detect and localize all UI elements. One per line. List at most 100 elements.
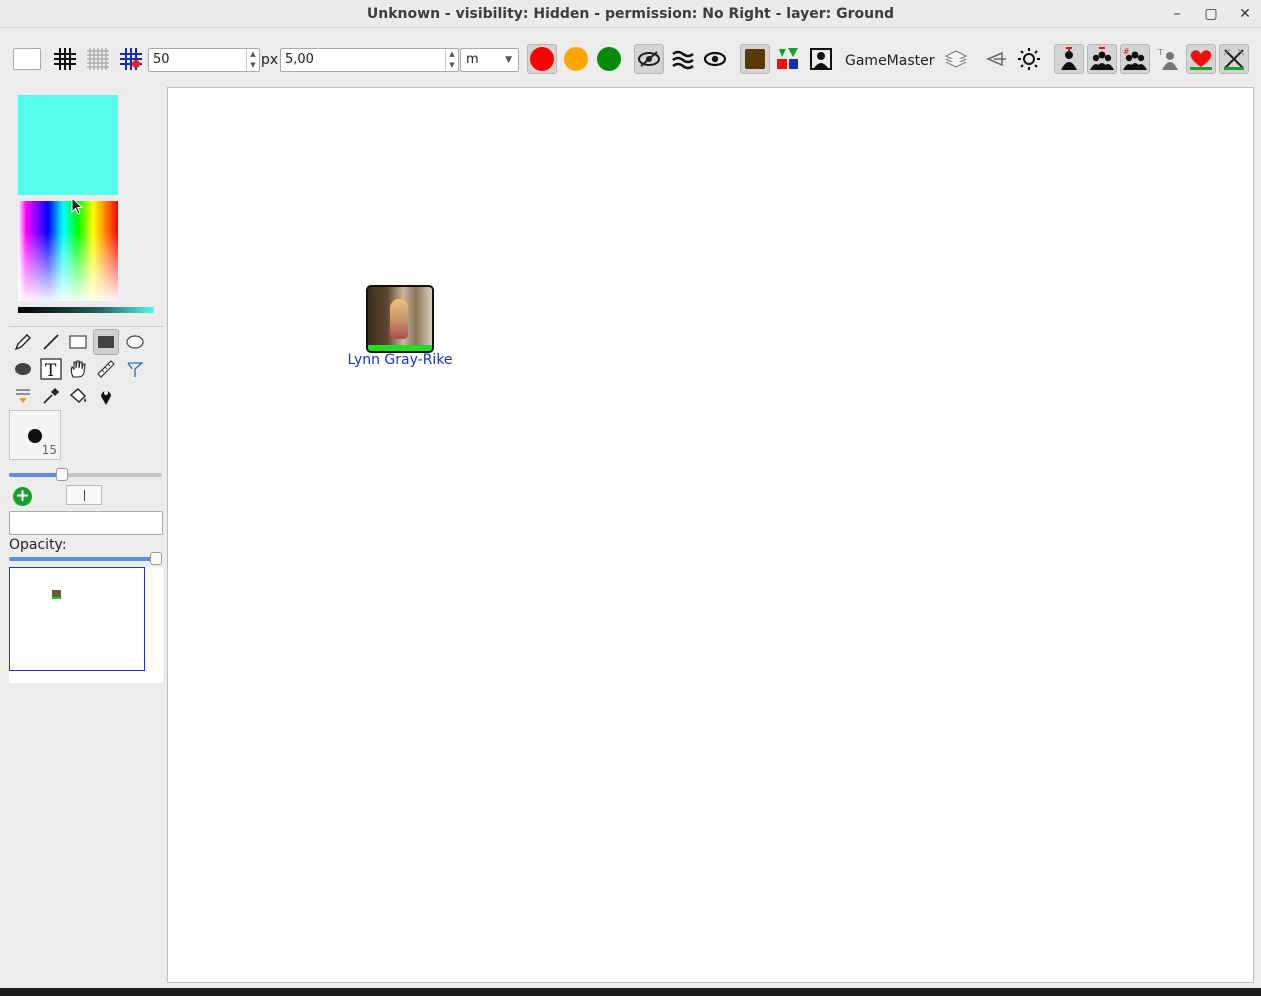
- text-input[interactable]: [9, 511, 163, 535]
- color-picker-tool[interactable]: [38, 383, 64, 409]
- color-spectrum-picker[interactable]: [18, 201, 118, 301]
- filled-ellipse-tool[interactable]: [10, 356, 36, 382]
- rectangle-tool[interactable]: [65, 329, 91, 355]
- scale-arrows[interactable]: ▲ ▼: [445, 49, 458, 71]
- main-toolbar: 50 ▲ ▼ px 5,00 ▲ ▼ m ▼ GameMaster # T: [0, 40, 1261, 80]
- grid-size-arrows[interactable]: ▲ ▼: [246, 49, 259, 71]
- scale-spinner[interactable]: 5,00 ▲ ▼: [280, 48, 459, 72]
- minimap[interactable]: [9, 567, 145, 671]
- rectangle-outline-icon: [69, 335, 87, 349]
- opacity-label: Opacity:: [9, 537, 67, 553]
- heart-icon: [1190, 50, 1212, 70]
- fog-tool[interactable]: [10, 383, 36, 409]
- ellipse-outline-icon: [126, 335, 144, 349]
- single-character-button[interactable]: [1054, 44, 1084, 74]
- grid-unit-label: px: [261, 52, 279, 68]
- sound-button[interactable]: [981, 44, 1011, 74]
- orange-status-button[interactable]: [561, 44, 591, 74]
- opacity-slider-fill: [9, 557, 156, 561]
- add-button[interactable]: +: [13, 487, 32, 506]
- visible-button[interactable]: [700, 44, 730, 74]
- combat-button[interactable]: [1219, 44, 1249, 74]
- waves-icon: [672, 50, 694, 70]
- brown-square-icon: [745, 49, 765, 69]
- pencil-tool[interactable]: [10, 329, 36, 355]
- marker-tool[interactable]: [93, 383, 119, 409]
- current-color-swatch[interactable]: [18, 95, 118, 195]
- group-icon: [1090, 47, 1114, 70]
- mouse-pointer-icon: [71, 197, 83, 215]
- ruler-tool[interactable]: [93, 356, 119, 382]
- pen-width-indicator[interactable]: [66, 485, 102, 505]
- ground-layer-button[interactable]: [740, 44, 770, 74]
- grid-size-value: 50: [153, 52, 170, 67]
- red-status-button[interactable]: [527, 44, 557, 74]
- bucket-icon: [69, 388, 86, 403]
- layers-icon: [944, 50, 968, 68]
- path-tool[interactable]: [122, 356, 148, 382]
- chevron-down-icon: ▼: [505, 55, 512, 65]
- shapes-icon: [777, 48, 798, 69]
- spin-down-icon[interactable]: ▼: [446, 60, 458, 71]
- grid-color-button[interactable]: [116, 44, 146, 74]
- spin-up-icon[interactable]: ▲: [247, 49, 259, 60]
- gm-layer-button[interactable]: [941, 44, 971, 74]
- opacity-slider[interactable]: [9, 552, 162, 565]
- ellipse-filled-icon: [15, 363, 31, 375]
- health-button[interactable]: [1186, 44, 1216, 74]
- fill-tool[interactable]: [65, 383, 91, 409]
- light-button[interactable]: [1014, 44, 1044, 74]
- npc-button[interactable]: T: [1153, 44, 1183, 74]
- fog-visibility-button[interactable]: [668, 44, 698, 74]
- eye-slash-icon: [638, 51, 660, 67]
- hand-icon: [70, 360, 86, 378]
- grid-size-spinner[interactable]: 50 ▲ ▼: [148, 48, 260, 72]
- character-token[interactable]: [366, 285, 434, 353]
- brush-size-slider-handle[interactable]: [56, 468, 68, 481]
- green-status-button[interactable]: [594, 44, 624, 74]
- scale-unit-select[interactable]: m ▼: [460, 48, 519, 72]
- spin-up-icon[interactable]: ▲: [446, 49, 458, 60]
- speaker-icon: [986, 51, 1006, 67]
- eyedropper-icon: [43, 388, 59, 404]
- white-square-icon: [13, 48, 41, 70]
- minimize-button[interactable]: –: [1166, 4, 1188, 24]
- fine-grid-button[interactable]: [83, 44, 113, 74]
- map-pin-icon: [101, 391, 111, 405]
- group-hash-icon: #: [1123, 47, 1147, 70]
- person-gray-icon: T: [1157, 48, 1178, 70]
- line-icon: [43, 334, 59, 350]
- group-characters-button[interactable]: [1087, 44, 1117, 74]
- brightness-slider[interactable]: [18, 307, 154, 313]
- hidden-visibility-button[interactable]: [634, 44, 664, 74]
- close-button[interactable]: ✕: [1234, 4, 1256, 24]
- text-icon: T: [40, 358, 62, 380]
- red-dot-icon: [530, 47, 554, 71]
- grid-icon: [54, 48, 76, 70]
- filled-rectangle-tool[interactable]: [93, 329, 119, 355]
- all-characters-button[interactable]: #: [1120, 44, 1150, 74]
- spin-down-icon[interactable]: ▼: [247, 60, 259, 71]
- token-health-bar: [368, 345, 432, 351]
- maximize-button[interactable]: ▢: [1200, 4, 1222, 24]
- opacity-slider-handle[interactable]: [150, 552, 162, 565]
- grid-toggle-button[interactable]: [50, 44, 80, 74]
- svg-text:T: T: [1157, 48, 1163, 57]
- background-color-button[interactable]: [12, 44, 42, 74]
- fog-icon: [16, 389, 30, 403]
- object-layer-button[interactable]: [773, 44, 803, 74]
- ellipse-tool[interactable]: [122, 329, 148, 355]
- text-tool[interactable]: T: [38, 356, 64, 382]
- panel-divider: [9, 326, 163, 327]
- token-portrait: [390, 299, 408, 339]
- character-layer-button[interactable]: [806, 44, 836, 74]
- user-role-label: GameMaster: [845, 53, 935, 69]
- line-tool[interactable]: [38, 329, 64, 355]
- fine-grid-icon: [87, 48, 109, 70]
- hand-tool[interactable]: [65, 356, 91, 382]
- brush-size-slider[interactable]: [9, 468, 162, 481]
- token-name-label[interactable]: Lynn Gray-Rike: [340, 352, 460, 368]
- brush-preview[interactable]: 15: [9, 410, 61, 460]
- crossed-swords-icon: [1223, 48, 1245, 70]
- map-canvas[interactable]: [167, 87, 1254, 983]
